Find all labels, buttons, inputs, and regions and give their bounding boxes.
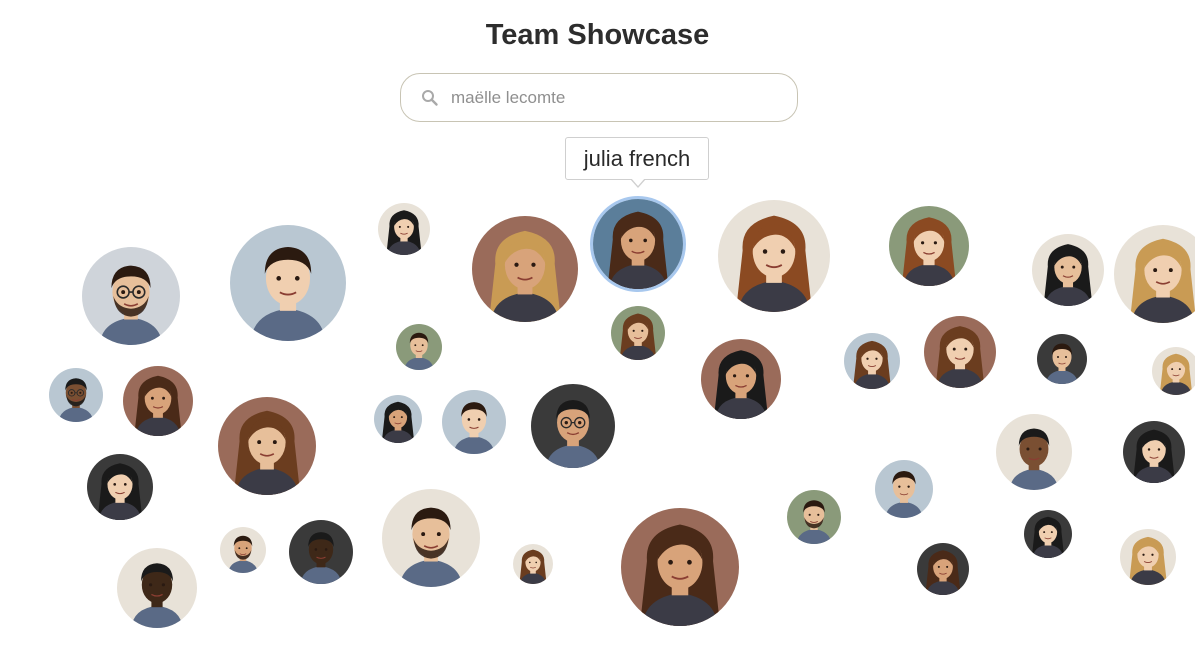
team-member-avatar[interactable] xyxy=(531,384,615,468)
team-member-avatar[interactable] xyxy=(220,527,266,573)
avatar-photo xyxy=(996,414,1072,490)
team-member-avatar[interactable] xyxy=(82,247,180,345)
avatar-photo xyxy=(593,199,683,289)
team-member-avatar[interactable] xyxy=(1120,529,1176,585)
avatar-photo xyxy=(1120,529,1176,585)
team-member-avatar[interactable] xyxy=(844,333,900,389)
avatar-photo xyxy=(374,395,422,443)
search-icon xyxy=(421,89,439,107)
avatar-photo xyxy=(701,339,781,419)
avatar-photo xyxy=(1123,421,1185,483)
avatar-photo xyxy=(889,206,969,286)
avatar-photo xyxy=(82,247,180,345)
team-member-avatar[interactable] xyxy=(374,395,422,443)
avatar-photo xyxy=(718,200,830,312)
team-member-avatar[interactable] xyxy=(996,414,1072,490)
search-box[interactable] xyxy=(400,73,798,122)
avatar-photo xyxy=(1152,347,1195,395)
avatar-photo xyxy=(117,548,197,628)
avatar-photo xyxy=(218,397,316,495)
team-member-avatar[interactable] xyxy=(917,543,969,595)
team-member-avatar[interactable] xyxy=(472,216,578,322)
team-member-avatar[interactable] xyxy=(382,489,480,587)
avatar-photo xyxy=(396,324,442,370)
avatar-photo xyxy=(1024,510,1072,558)
team-member-avatar[interactable] xyxy=(442,390,506,454)
avatar-photo xyxy=(220,527,266,573)
avatar-photo xyxy=(531,384,615,468)
avatar-photo xyxy=(230,225,346,341)
team-member-avatar[interactable] xyxy=(621,508,739,626)
team-member-avatar[interactable] xyxy=(1024,510,1072,558)
tooltip-arrow-inner xyxy=(631,178,645,186)
team-member-avatar[interactable] xyxy=(123,366,193,436)
team-member-avatar[interactable] xyxy=(396,324,442,370)
team-member-avatar[interactable] xyxy=(1032,234,1104,306)
avatar-photo xyxy=(844,333,900,389)
avatar-photo xyxy=(49,368,103,422)
team-member-avatar[interactable] xyxy=(1114,225,1195,323)
team-member-avatar[interactable] xyxy=(611,306,665,360)
team-member-avatar[interactable] xyxy=(289,520,353,584)
team-member-avatar[interactable] xyxy=(117,548,197,628)
team-member-avatar[interactable] xyxy=(218,397,316,495)
avatar-photo xyxy=(917,543,969,595)
team-member-avatar[interactable] xyxy=(875,460,933,518)
avatar-photo xyxy=(924,316,996,388)
avatar-photo xyxy=(787,490,841,544)
avatar-photo xyxy=(289,520,353,584)
avatar-photo xyxy=(442,390,506,454)
avatar-photo xyxy=(875,460,933,518)
team-member-avatar[interactable] xyxy=(787,490,841,544)
avatar-photo xyxy=(1037,334,1087,384)
avatar-photo xyxy=(621,508,739,626)
avatar-photo xyxy=(382,489,480,587)
member-name-tooltip: julia french xyxy=(565,137,709,180)
team-member-avatar[interactable] xyxy=(924,316,996,388)
team-member-avatar[interactable] xyxy=(49,368,103,422)
avatar-photo xyxy=(513,544,553,584)
avatar-photo xyxy=(378,203,430,255)
team-member-avatar[interactable] xyxy=(87,454,153,520)
avatar-photo xyxy=(123,366,193,436)
team-member-avatar[interactable] xyxy=(378,203,430,255)
team-member-avatar[interactable] xyxy=(230,225,346,341)
team-member-avatar[interactable] xyxy=(718,200,830,312)
team-member-avatar[interactable] xyxy=(1123,421,1185,483)
team-member-avatar[interactable] xyxy=(590,196,686,292)
team-member-avatar[interactable] xyxy=(1037,334,1087,384)
team-member-avatar[interactable] xyxy=(889,206,969,286)
search-input[interactable] xyxy=(451,86,781,110)
team-member-avatar[interactable] xyxy=(701,339,781,419)
avatar-photo xyxy=(87,454,153,520)
avatar-photo xyxy=(1032,234,1104,306)
team-member-avatar[interactable] xyxy=(1152,347,1195,395)
team-member-avatar[interactable] xyxy=(513,544,553,584)
page-title: Team Showcase xyxy=(485,19,710,51)
avatar-photo xyxy=(472,216,578,322)
avatar-photo xyxy=(611,306,665,360)
avatar-photo xyxy=(1114,225,1195,323)
